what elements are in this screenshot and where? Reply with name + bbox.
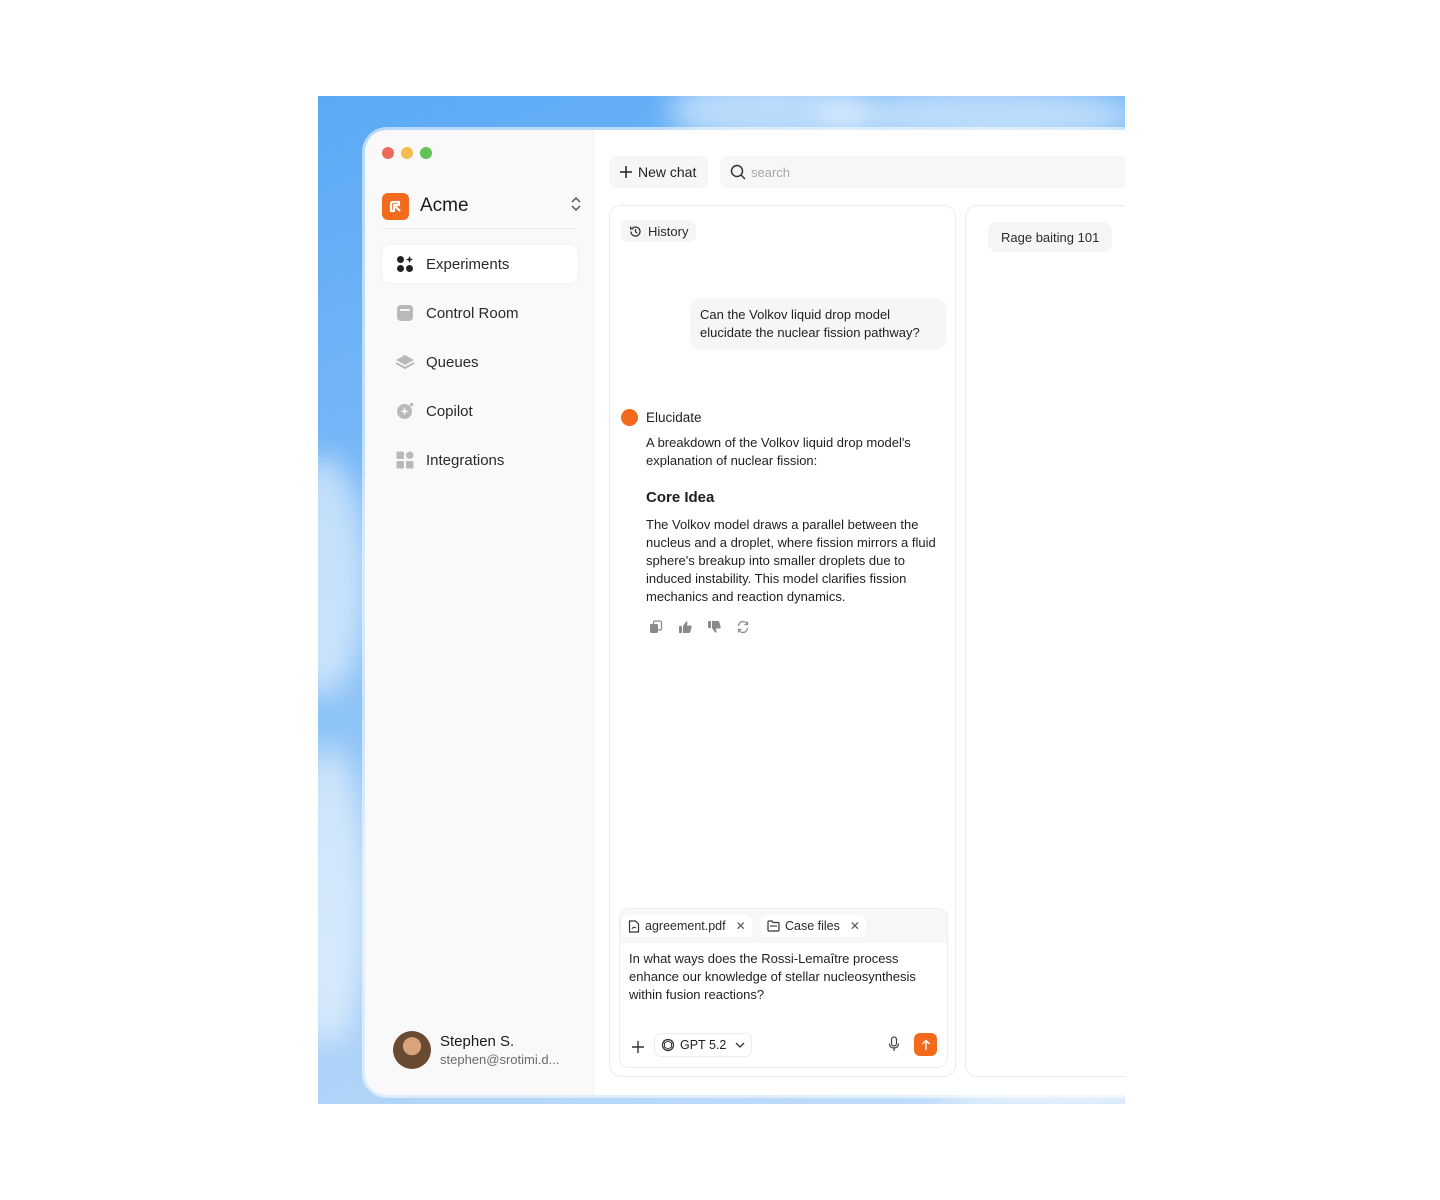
attachment-label: Case files (785, 919, 840, 933)
sidebar-item-integrations[interactable]: Integrations (382, 441, 578, 479)
secondary-chat-panel: Rage baiting 101 (965, 205, 1125, 1077)
attachment-chip[interactable]: agreement.pdf ✕ (622, 915, 752, 937)
folder-icon (767, 920, 780, 932)
thumbs-down-icon[interactable] (706, 619, 722, 635)
sidebar-item-label: Queues (426, 353, 479, 371)
model-label: GPT 5.2 (680, 1038, 727, 1052)
acme-logo (382, 192, 409, 220)
history-button[interactable]: History (621, 220, 697, 242)
search-input[interactable]: search (720, 156, 1125, 188)
stack-icon (395, 352, 415, 372)
sidebar-item-queues[interactable]: Queues (382, 343, 578, 381)
response-actions (648, 619, 751, 635)
user-email: stephen@srotimi.d... (440, 1052, 560, 1067)
conversation-chip-label: Rage baiting 101 (1001, 229, 1100, 245)
sidebar-item-label: Experiments (426, 255, 510, 273)
add-attachment-button[interactable] (632, 1037, 644, 1058)
send-button[interactable] (914, 1033, 937, 1056)
search-placeholder: search (751, 164, 791, 180)
conversation-chip[interactable]: Rage baiting 101 (988, 222, 1113, 252)
history-label: History (648, 223, 689, 239)
sidebar-item-label: Integrations (426, 451, 505, 469)
search-icon (730, 164, 746, 180)
openai-icon (661, 1038, 675, 1052)
user-name: Stephen S. (440, 1033, 515, 1050)
control-room-icon (395, 303, 415, 323)
remove-attachment-icon[interactable]: ✕ (850, 919, 860, 933)
window-controls (382, 147, 432, 159)
sidebar-divider (382, 228, 576, 229)
microphone-icon[interactable] (888, 1036, 900, 1057)
copilot-icon (395, 401, 415, 421)
attachments-row: agreement.pdf ✕ Case files ✕ (620, 909, 947, 943)
remove-attachment-icon[interactable]: ✕ (736, 919, 746, 933)
attachment-label: agreement.pdf (645, 919, 726, 933)
close-window-button[interactable] (382, 147, 394, 159)
history-icon (629, 225, 642, 238)
message-input[interactable]: In what ways does the Rossi-Lemaître pro… (629, 950, 939, 1004)
regenerate-icon[interactable] (735, 619, 751, 635)
attachment-chip[interactable]: Case files ✕ (761, 915, 866, 937)
new-chat-button[interactable]: New chat (609, 156, 708, 188)
maximize-window-button[interactable] (420, 147, 432, 159)
workspace-name: Acme (420, 195, 469, 216)
user-profile[interactable]: Stephen S. stephen@srotimi.d... (393, 1031, 559, 1069)
chevron-up-down-icon (570, 195, 582, 218)
experiments-icon (395, 254, 415, 274)
thumbs-up-icon[interactable] (677, 619, 693, 635)
app-window: Acme Experiments Control Room Queues Cop… (365, 130, 1155, 1095)
response-body: The Volkov model draws a parallel betwee… (646, 517, 936, 604)
grid-icon (395, 450, 415, 470)
assistant-header: Elucidate (621, 409, 702, 426)
sidebar-item-copilot[interactable]: Copilot (382, 392, 578, 430)
sidebar-item-control-room[interactable]: Control Room (382, 294, 578, 332)
sidebar-item-experiments[interactable]: Experiments (382, 245, 578, 283)
plus-icon (619, 165, 633, 179)
chat-panel: History Can the Volkov liquid drop model… (609, 205, 956, 1077)
chevron-down-icon (735, 1042, 745, 1048)
assistant-avatar (621, 409, 638, 426)
minimize-window-button[interactable] (401, 147, 413, 159)
copy-icon[interactable] (648, 619, 664, 635)
response-heading: Core Idea (646, 489, 715, 506)
user-message: Can the Volkov liquid drop model elucida… (690, 298, 946, 350)
workspace-switcher[interactable]: Acme (382, 191, 582, 221)
assistant-name: Elucidate (646, 410, 702, 425)
sidebar-item-label: Control Room (426, 304, 519, 322)
new-chat-label: New chat (638, 164, 697, 180)
arrow-up-icon (921, 1039, 931, 1051)
sidebar-item-label: Copilot (426, 402, 473, 420)
sidebar: Acme Experiments Control Room Queues Cop… (365, 130, 594, 1095)
message-composer: agreement.pdf ✕ Case files ✕ In what way… (619, 908, 948, 1068)
toolbar: New chat search (609, 156, 1125, 190)
sidebar-nav: Experiments Control Room Queues Copilot (382, 245, 578, 490)
assistant-intro: A breakdown of the Volkov liquid drop mo… (646, 435, 911, 468)
model-selector[interactable]: GPT 5.2 (654, 1033, 753, 1057)
avatar (393, 1031, 431, 1069)
file-icon (628, 919, 640, 933)
